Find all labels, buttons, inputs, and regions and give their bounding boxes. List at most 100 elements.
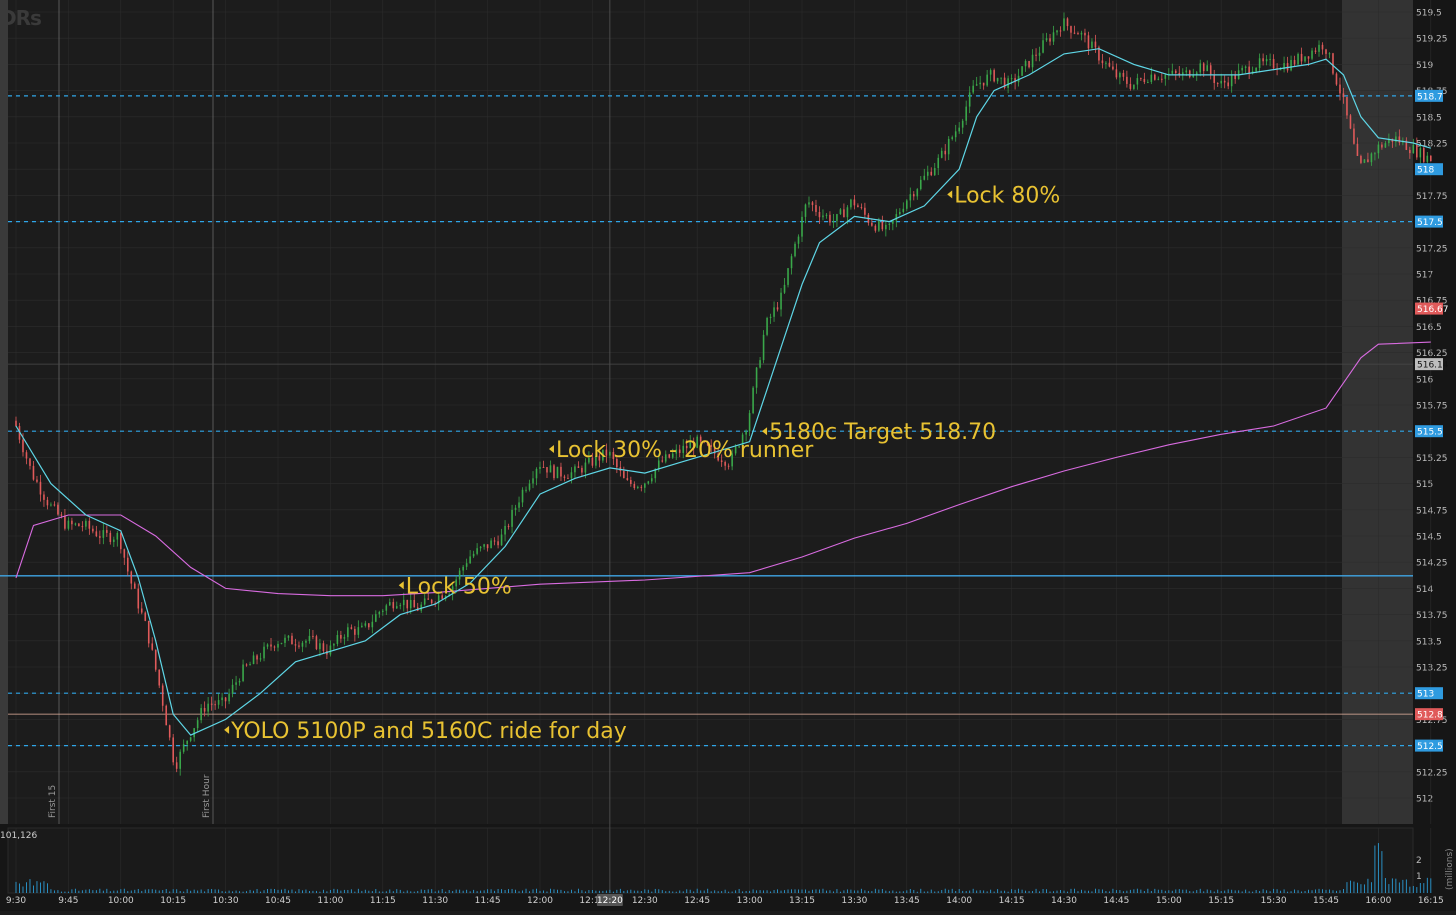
candle-body bbox=[106, 530, 108, 533]
candle-body bbox=[1164, 74, 1167, 79]
candle-body bbox=[74, 523, 77, 525]
candle-body bbox=[836, 214, 838, 221]
candle-body bbox=[790, 256, 793, 269]
candle-body bbox=[88, 520, 91, 529]
candle-body bbox=[570, 472, 573, 479]
candle-body bbox=[305, 640, 307, 643]
candle-body bbox=[825, 214, 828, 216]
candle-body bbox=[1126, 76, 1128, 84]
time-tick-label: 14:45 bbox=[1103, 896, 1129, 906]
candle-body bbox=[808, 202, 810, 205]
candle-body bbox=[186, 740, 188, 745]
candle-body bbox=[245, 664, 248, 666]
candle-body bbox=[1419, 148, 1422, 158]
candle-body bbox=[906, 200, 908, 209]
price-tag-label: 518.7 bbox=[1417, 92, 1443, 102]
candle-body bbox=[815, 205, 817, 212]
candle-body bbox=[60, 514, 63, 516]
candle-body bbox=[1035, 54, 1037, 56]
candle-body bbox=[1070, 26, 1072, 33]
candle-body bbox=[1171, 70, 1174, 74]
candle-body bbox=[168, 725, 171, 738]
candle-body bbox=[989, 70, 992, 75]
time-tick-label: 11:15 bbox=[370, 896, 396, 906]
candle-body bbox=[133, 583, 136, 589]
candle-body bbox=[888, 223, 891, 225]
candle-body bbox=[647, 481, 650, 484]
candle-body bbox=[1367, 159, 1369, 163]
candle-body bbox=[301, 642, 304, 647]
candle-body bbox=[968, 92, 971, 107]
candle-body bbox=[1363, 159, 1366, 163]
candle-body bbox=[1206, 65, 1209, 72]
candle-body bbox=[1216, 82, 1219, 84]
candle-body bbox=[1384, 143, 1387, 148]
candle-body bbox=[919, 179, 922, 190]
candle-body bbox=[189, 737, 192, 741]
candle-body bbox=[43, 494, 45, 500]
candle-body bbox=[1209, 65, 1212, 76]
candle-body bbox=[811, 202, 814, 206]
time-tick-label: 12:00 bbox=[527, 896, 553, 906]
candle-body bbox=[85, 520, 87, 527]
candle-body bbox=[102, 530, 105, 538]
candle-body bbox=[539, 466, 541, 469]
candle-body bbox=[1056, 30, 1058, 33]
candle-body bbox=[895, 214, 898, 221]
candle-body bbox=[1101, 60, 1104, 64]
candle-body bbox=[574, 466, 576, 473]
candle-body bbox=[385, 605, 388, 611]
time-tick-label: 15:45 bbox=[1313, 896, 1339, 906]
price-tick-label: 514.75 bbox=[1416, 506, 1448, 516]
candle-body bbox=[549, 465, 552, 473]
time-tick-label: 12:45 bbox=[684, 896, 710, 906]
candle-body bbox=[1279, 69, 1282, 71]
candle-body bbox=[493, 540, 496, 542]
candle-body bbox=[535, 468, 538, 479]
candle-body bbox=[940, 150, 943, 158]
candle-body bbox=[528, 483, 531, 490]
candle-body bbox=[553, 465, 555, 479]
candle-body bbox=[161, 685, 164, 706]
candle-body bbox=[228, 693, 230, 702]
candle-body bbox=[532, 478, 534, 484]
candle-body bbox=[1374, 153, 1376, 155]
candle-body bbox=[776, 307, 779, 310]
candle-body bbox=[637, 486, 639, 489]
time-tick-label: 16:00 bbox=[1365, 896, 1391, 906]
candle-body bbox=[951, 137, 954, 139]
candle-body bbox=[1346, 97, 1348, 116]
candle-body bbox=[546, 467, 548, 473]
annotation-text: 5180c Target 518.70 bbox=[769, 420, 996, 445]
candle-body bbox=[1230, 74, 1233, 87]
candle-body bbox=[986, 74, 988, 86]
candle-body bbox=[993, 70, 995, 82]
candle-body bbox=[1049, 38, 1051, 42]
price-tick-label: 513.5 bbox=[1416, 637, 1442, 647]
candle-body bbox=[1342, 93, 1345, 98]
watermark-logo: DRs bbox=[0, 6, 42, 30]
candle-body bbox=[1021, 66, 1023, 76]
candle-body bbox=[958, 127, 960, 132]
candle-body bbox=[769, 316, 772, 318]
candle-body bbox=[982, 82, 985, 86]
candle-body bbox=[29, 458, 31, 466]
candle-body bbox=[1290, 59, 1292, 71]
time-tick-label: 13:00 bbox=[737, 896, 763, 906]
candle-body bbox=[263, 646, 265, 659]
candle-body bbox=[1220, 80, 1222, 84]
candle-body bbox=[64, 515, 66, 529]
candle-body bbox=[916, 189, 919, 197]
candle-body bbox=[315, 636, 318, 650]
candle-body bbox=[507, 525, 510, 527]
price-tick-label: 513.75 bbox=[1416, 611, 1448, 621]
candle-body bbox=[857, 205, 859, 208]
time-tick-label: 10:15 bbox=[160, 896, 186, 906]
candle-body bbox=[521, 489, 524, 503]
candle-body bbox=[277, 643, 279, 648]
candle-body bbox=[947, 138, 950, 155]
time-tick-label: 9:45 bbox=[58, 896, 78, 906]
volume-tick-label: 1 bbox=[1416, 872, 1422, 882]
candle-body bbox=[1052, 32, 1055, 42]
price-tick-label: 514.5 bbox=[1416, 533, 1442, 543]
